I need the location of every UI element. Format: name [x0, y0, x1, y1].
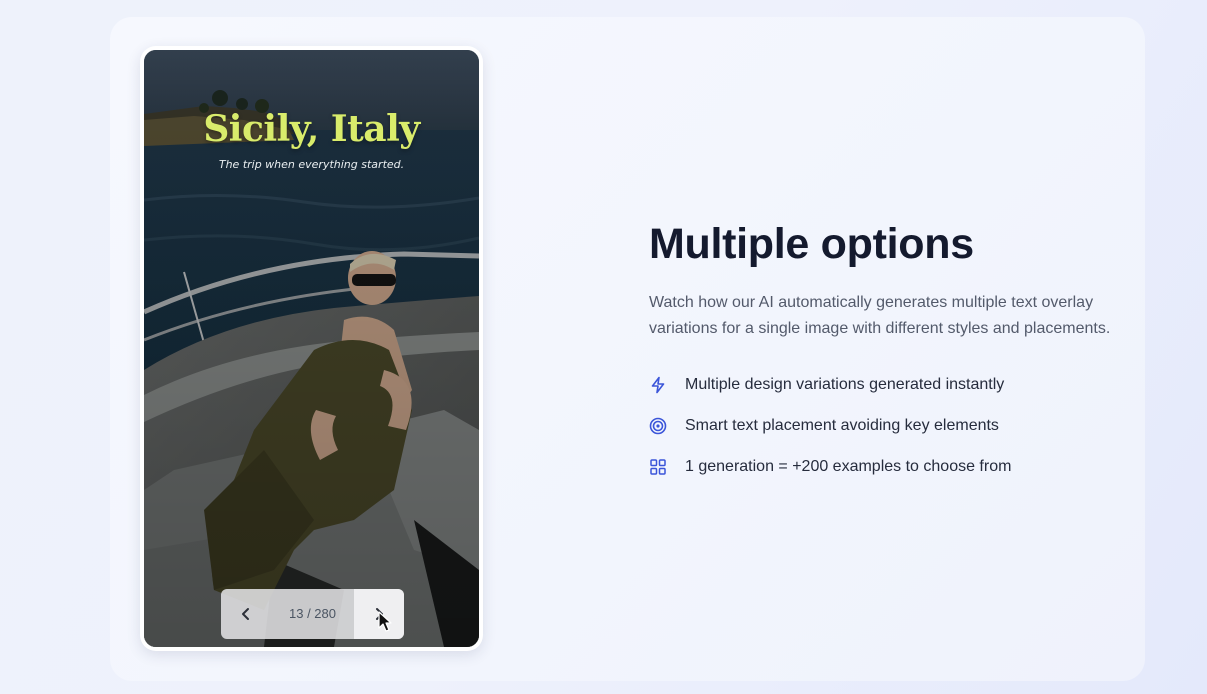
lightning-icon — [649, 376, 667, 394]
previous-button[interactable] — [221, 589, 271, 639]
feature-item: Smart text placement avoiding key elemen… — [649, 405, 1129, 446]
mouse-cursor-icon — [378, 611, 392, 632]
feature-item: Multiple design variations generated ins… — [649, 364, 1129, 405]
grid-icon — [649, 458, 667, 476]
preview-image: Sicily, Italy The trip when everything s… — [144, 50, 479, 647]
section-heading: Multiple options — [649, 220, 974, 268]
feature-label: Multiple design variations generated ins… — [685, 375, 1005, 393]
page-counter: 13 / 280 — [289, 606, 336, 621]
feature-list: Multiple design variations generated ins… — [649, 364, 1129, 487]
image-pager: 13 / 280 — [221, 589, 404, 639]
overlay-title: Sicily, Italy — [203, 108, 420, 150]
feature-label: 1 generation = +200 examples to choose f… — [685, 457, 1012, 475]
feature-item: 1 generation = +200 examples to choose f… — [649, 446, 1129, 487]
feature-label: Smart text placement avoiding key elemen… — [685, 416, 999, 434]
overlay-subtitle: The trip when everything started. — [218, 158, 405, 171]
chevron-left-icon — [242, 608, 249, 620]
feature-section: Multiple options Watch how our AI automa… — [649, 218, 1129, 487]
section-description: Watch how our AI automatically generates… — [649, 294, 1111, 337]
image-preview-frame: Sicily, Italy The trip when everything s… — [140, 46, 483, 651]
target-icon — [649, 417, 667, 435]
